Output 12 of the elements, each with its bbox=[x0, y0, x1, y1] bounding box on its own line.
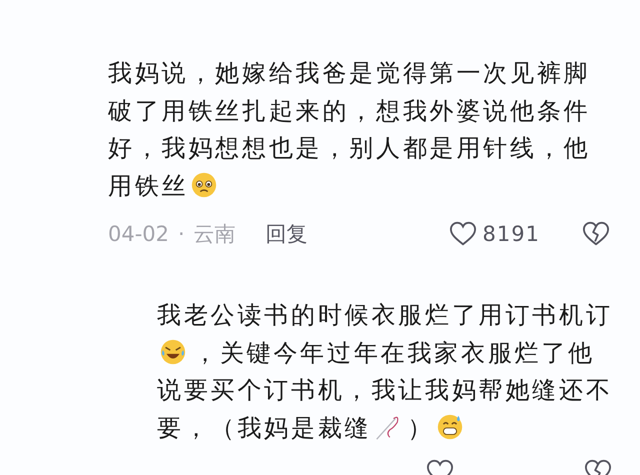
reply-link[interactable]: 回复 bbox=[266, 220, 308, 248]
comment-text: 我老公读书的时候衣服烂了用订书机订 ，关键今年过年在我家衣服烂了他说要买个订书机，我让我妈帮她缝还不要，（我妈是裁缝 ） bbox=[157, 300, 614, 444]
separator-dot: · bbox=[178, 222, 185, 246]
broken-heart-icon[interactable] bbox=[582, 221, 610, 247]
heart-icon[interactable] bbox=[448, 221, 477, 247]
laughing-face-icon bbox=[159, 338, 187, 366]
worried-face-icon bbox=[190, 170, 218, 198]
comment-date: 04-02 bbox=[108, 222, 170, 246]
comment-location: 云南 bbox=[194, 221, 236, 248]
grinning-sweat-face-icon bbox=[436, 412, 464, 440]
like-count: 8191 bbox=[482, 222, 540, 246]
comment-text: 我妈说，她嫁给我爸是觉得第一次见裤脚破了用铁丝扎起来的，想我外婆说他条件好，我妈想想也是，别人都是用针线，他用铁丝 bbox=[108, 58, 592, 202]
